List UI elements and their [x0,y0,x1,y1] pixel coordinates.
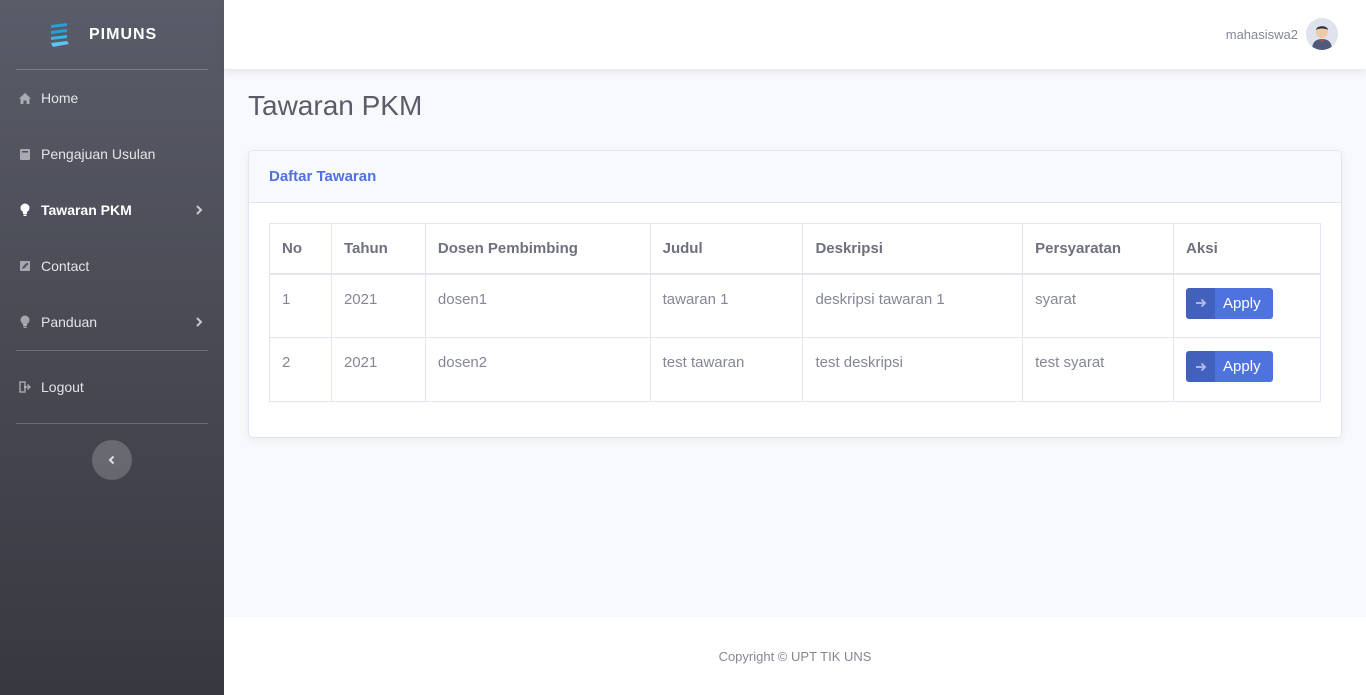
sidebar-item-label: Contact [41,258,90,274]
cell-aksi: Apply [1173,273,1321,338]
cell-tahun: 2021 [330,337,426,402]
edit-icon [18,259,32,273]
user-menu[interactable]: mahasiswa2 [1226,18,1338,50]
cell-dosen: dosen1 [424,273,651,338]
offers-card: Daftar Tawaran No Tahun Dosen Pembimbing… [248,150,1342,438]
table-header-row: No Tahun Dosen Pembimbing Judul Deskrips… [269,223,1321,275]
sidebar-item-home[interactable]: Home [0,70,224,126]
brand-name: PIMUNS [89,25,158,43]
sidebar-item-logout[interactable]: Logout [0,351,224,423]
sidebar-item-label: Panduan [41,314,98,330]
column-header-judul[interactable]: Judul [649,223,804,275]
sidebar-item-panduan[interactable]: Panduan [0,294,224,350]
apply-button[interactable]: Apply [1186,351,1273,382]
home-icon [18,91,32,105]
copyright-text: Copyright © UPT TIK UNS [718,648,872,664]
offers-table: No Tahun Dosen Pembimbing Judul Deskrips… [269,223,1321,402]
book-icon [18,147,32,161]
username: mahasiswa2 [1225,26,1298,42]
card-header: Daftar Tawaran [249,151,1341,203]
brand[interactable]: PIMUNS [0,0,224,69]
lightbulb-icon [18,203,32,217]
brand-logo-icon [51,22,69,47]
sidebar-item-contact[interactable]: Contact [0,238,224,294]
cell-aksi: Apply [1173,337,1321,402]
footer: Copyright © UPT TIK UNS [224,617,1366,695]
sidebar-item-label: Logout [41,379,84,395]
cell-persyaratan: test syarat [1022,337,1175,402]
sidebar-item-pengajuan-usulan[interactable]: Pengajuan Usulan [0,126,224,182]
cell-tahun: 2021 [330,273,426,338]
column-header-deskripsi[interactable]: Deskripsi [802,223,1024,275]
column-header-aksi[interactable]: Aksi [1173,223,1321,275]
apply-button[interactable]: Apply [1186,287,1273,319]
cell-judul: test tawaran [649,337,804,402]
arrow-right-icon [1186,351,1216,382]
table-row: 2 2021 dosen2 test tawaran test deskrips… [269,337,1321,402]
topbar: mahasiswa2 [224,0,1366,69]
cell-dosen: dosen2 [424,337,651,402]
column-header-dosen[interactable]: Dosen Pembimbing [424,223,651,275]
table-row: 1 2021 dosen1 tawaran 1 deskripsi tawara… [269,273,1321,338]
cell-judul: tawaran 1 [649,273,804,338]
sidebar: PIMUNS Home Pengajuan Usulan Tawaran PKM… [0,0,224,695]
cell-no: 1 [269,273,332,338]
column-header-no[interactable]: No [269,223,332,275]
sign-out-icon [18,380,32,394]
column-header-tahun[interactable]: Tahun [330,223,426,275]
apply-button-label: Apply [1223,358,1261,375]
lightbulb-icon [18,315,32,329]
sidebar-item-label: Home [41,90,79,106]
cell-deskripsi: deskripsi tawaran 1 [802,273,1024,338]
sidebar-divider [16,423,208,424]
page-title: Tawaran PKM [248,90,423,121]
sidebar-item-tawaran-pkm[interactable]: Tawaran PKM [0,182,224,238]
chevron-right-icon [196,205,203,215]
card-title: Daftar Tawaran [269,168,377,185]
avatar[interactable] [1306,18,1338,50]
sidebar-item-label: Pengajuan Usulan [41,146,156,162]
chevron-right-icon [196,317,203,327]
arrow-right-icon [1186,287,1216,319]
cell-persyaratan: syarat [1022,273,1175,338]
apply-button-label: Apply [1223,294,1261,312]
chevron-left-icon [108,455,115,465]
column-header-persyaratan[interactable]: Persyaratan [1022,223,1175,275]
cell-deskripsi: test deskripsi [802,337,1024,402]
sidebar-item-label: Tawaran PKM [41,202,132,218]
cell-no: 2 [269,337,332,402]
sidebar-toggle-button[interactable] [92,440,132,480]
